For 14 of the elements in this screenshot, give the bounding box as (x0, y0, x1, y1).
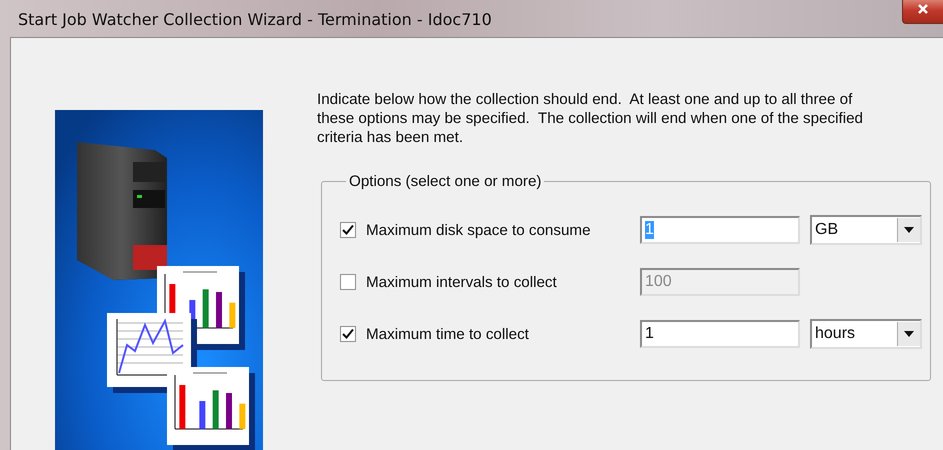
checkmark-icon (342, 328, 354, 340)
caret-icon (904, 331, 914, 337)
close-button[interactable] (902, 0, 943, 24)
group-label: Options (select one or more) (348, 173, 542, 190)
caret-icon (904, 227, 914, 233)
checkmark-icon (342, 224, 354, 236)
close-icon (917, 2, 929, 14)
option-checkbox[interactable]: Maximum disk space to consume (340, 222, 630, 238)
unit-dropdown[interactable]: GB (810, 215, 922, 245)
option-checkbox[interactable]: Maximum time to collect (340, 326, 630, 342)
window-title: Start Job Watcher Collection Wizard - Termination - Idoc710 (17, 9, 492, 29)
unit-dropdown[interactable]: hours (810, 319, 922, 349)
value-field[interactable]: 1 (640, 320, 800, 348)
instructions-text: Indicate below how the collection should end. At least one and up to all three of these options may be specified. The collection will end when one of the specified criteria has been met. (317, 90, 864, 147)
